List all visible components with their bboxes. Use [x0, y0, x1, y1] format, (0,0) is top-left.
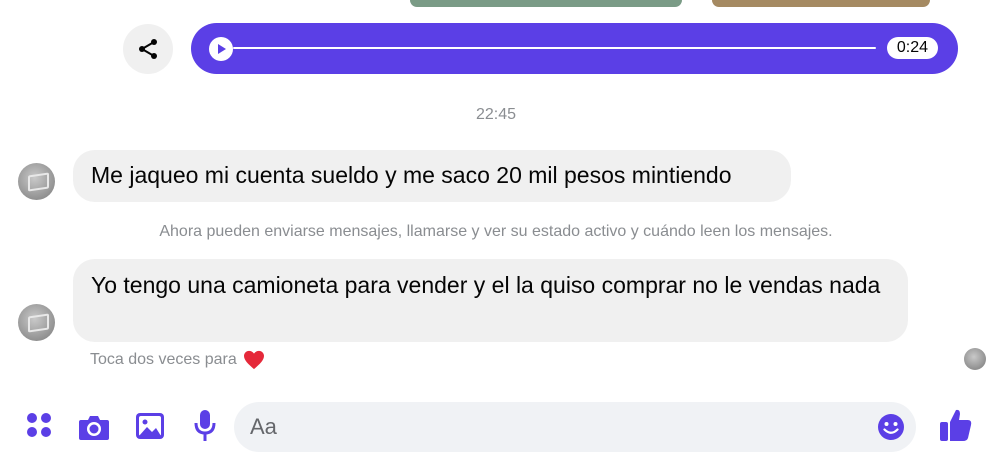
microphone-button[interactable] [190, 408, 220, 444]
system-notice: Ahora pueden enviarse mensajes, llamarse… [159, 223, 833, 240]
audio-duration: 0:24 [886, 37, 938, 59]
gallery-button[interactable] [134, 410, 166, 442]
emoji-icon[interactable] [876, 412, 906, 442]
play-button[interactable] [209, 37, 233, 61]
share-icon [139, 39, 157, 59]
message-bubble[interactable]: Me jaqueo mi cuenta sueldo y me saco 20 … [73, 150, 791, 202]
media-thumbnail[interactable] [712, 0, 930, 7]
message-input[interactable]: Aa [234, 402, 916, 452]
audio-progress-track[interactable] [233, 47, 876, 49]
share-button[interactable] [123, 24, 173, 74]
gallery-icon [136, 413, 164, 439]
avatar[interactable] [18, 163, 55, 200]
media-thumbnail[interactable] [410, 0, 682, 7]
like-icon [940, 409, 972, 441]
microphone-icon [194, 410, 216, 441]
camera-button[interactable] [77, 410, 111, 444]
play-icon [218, 44, 226, 54]
avatar[interactable] [18, 304, 55, 341]
read-receipt-avatar [964, 348, 986, 370]
apps-button[interactable] [24, 410, 54, 440]
reaction-hint: Toca dos veces para [90, 350, 265, 370]
reaction-hint-text: Toca dos veces para [90, 351, 237, 368]
message-input-placeholder: Aa [250, 414, 277, 439]
audio-message[interactable]: 0:24 [191, 23, 958, 74]
like-button[interactable] [938, 405, 974, 445]
heart-icon [243, 350, 264, 370]
message-timestamp: 22:45 [475, 106, 517, 123]
previous-media-thumbnails [0, 0, 992, 8]
apps-icon [27, 413, 51, 437]
message-bubble[interactable]: Yo tengo una camioneta para vender y el … [73, 259, 908, 342]
camera-icon [79, 416, 109, 440]
